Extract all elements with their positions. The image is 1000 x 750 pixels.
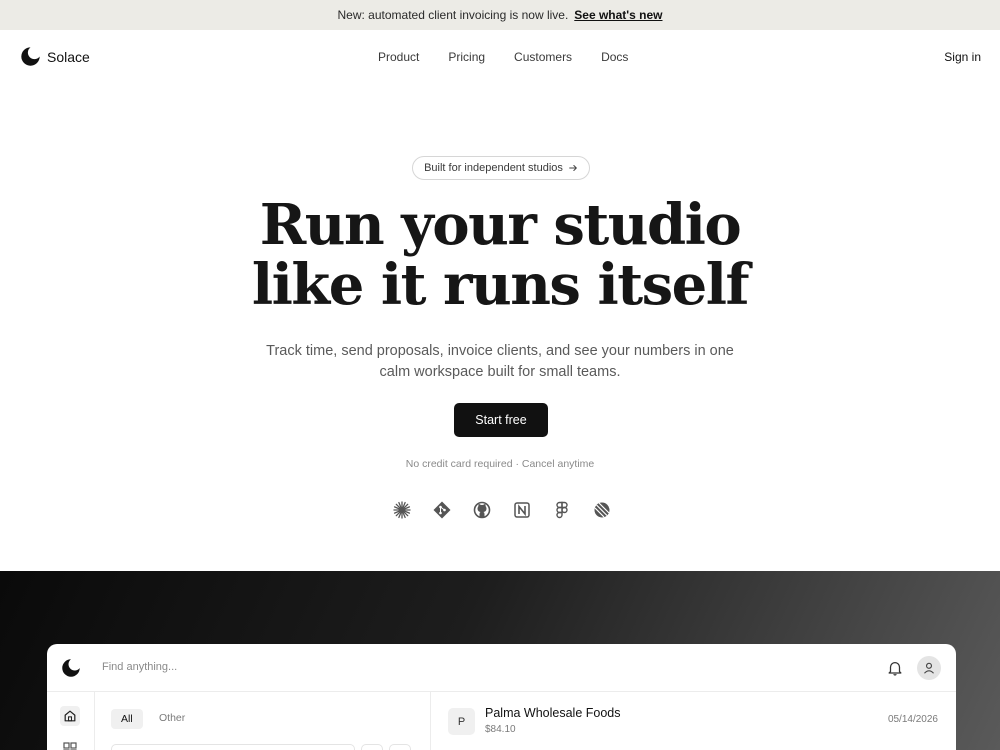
start-free-button[interactable]: Start free: [454, 403, 548, 437]
banner-link[interactable]: See what's new: [574, 8, 662, 22]
list-sort-button[interactable]: [389, 744, 411, 750]
nav-links: Product Pricing Customers Docs: [378, 50, 628, 64]
arrow-right-icon: [569, 165, 577, 171]
client-name: Palma Wholesale Foods: [485, 706, 621, 720]
nav-link-docs[interactable]: Docs: [601, 50, 628, 64]
github-icon: [472, 500, 492, 520]
linear-icon: [592, 500, 612, 520]
app-detail-panel: P Palma Wholesale Foods $84.10 05/14/202…: [431, 692, 956, 750]
notion-icon: [512, 500, 532, 520]
home-nav-button[interactable]: [60, 706, 80, 726]
hero-headline-line-2: like it runs itself: [251, 252, 750, 318]
list-filter-button[interactable]: [361, 744, 383, 750]
bell-icon[interactable]: [886, 659, 904, 677]
hero-headline: Run your studio like it runs itself: [0, 195, 1000, 315]
hero-badge-label: Built for independent studios: [424, 162, 563, 174]
avatar[interactable]: [917, 656, 941, 680]
tab-all[interactable]: All: [111, 709, 143, 729]
figma-icon: [552, 500, 572, 520]
top-nav: Solace Product Pricing Customers Docs Si…: [0, 30, 1000, 86]
nav-link-pricing[interactable]: Pricing: [448, 50, 485, 64]
list-filter-input[interactable]: [111, 744, 355, 750]
grid-icon[interactable]: [63, 742, 77, 750]
brand-logo[interactable]: Solace: [20, 46, 90, 67]
client-initial-avatar: P: [448, 708, 475, 735]
app-search-input[interactable]: Find anything...: [102, 661, 177, 673]
crescent-logo-icon: [21, 47, 40, 66]
banner-text: New: automated client invoicing is now l…: [337, 8, 569, 22]
git-icon: [432, 500, 452, 520]
user-icon: [924, 662, 934, 674]
client-amount: $84.10: [485, 724, 516, 735]
nav-link-customers[interactable]: Customers: [514, 50, 572, 64]
crescent-logo-icon: [62, 659, 80, 677]
app-sidebar-rail: [47, 692, 95, 750]
tab-other[interactable]: Other: [159, 712, 185, 724]
sign-in-link[interactable]: Sign in: [944, 50, 981, 64]
hero-headline-line-1: Run your studio: [259, 192, 742, 258]
hero-badge[interactable]: Built for independent studios: [412, 156, 590, 180]
nav-link-product[interactable]: Product: [378, 50, 419, 64]
hero-subtitle: Track time, send proposals, invoice clie…: [266, 343, 734, 380]
integration-logos: [392, 500, 612, 520]
app-topbar: Find anything...: [47, 644, 956, 692]
sunburst-icon: [392, 500, 412, 520]
client-date: 05/14/2026: [887, 714, 938, 725]
fine-print: No credit card required · Cancel anytime: [405, 458, 595, 470]
product-showcase: Find anything... All Other P Palma Whole…: [0, 571, 1000, 750]
home-icon: [64, 710, 76, 722]
announcement-banner: New: automated client invoicing is now l…: [0, 0, 1000, 30]
app-preview-window: Find anything... All Other P Palma Whole…: [47, 644, 956, 750]
brand-name: Solace: [47, 48, 90, 65]
app-list-panel: All Other: [95, 692, 431, 750]
